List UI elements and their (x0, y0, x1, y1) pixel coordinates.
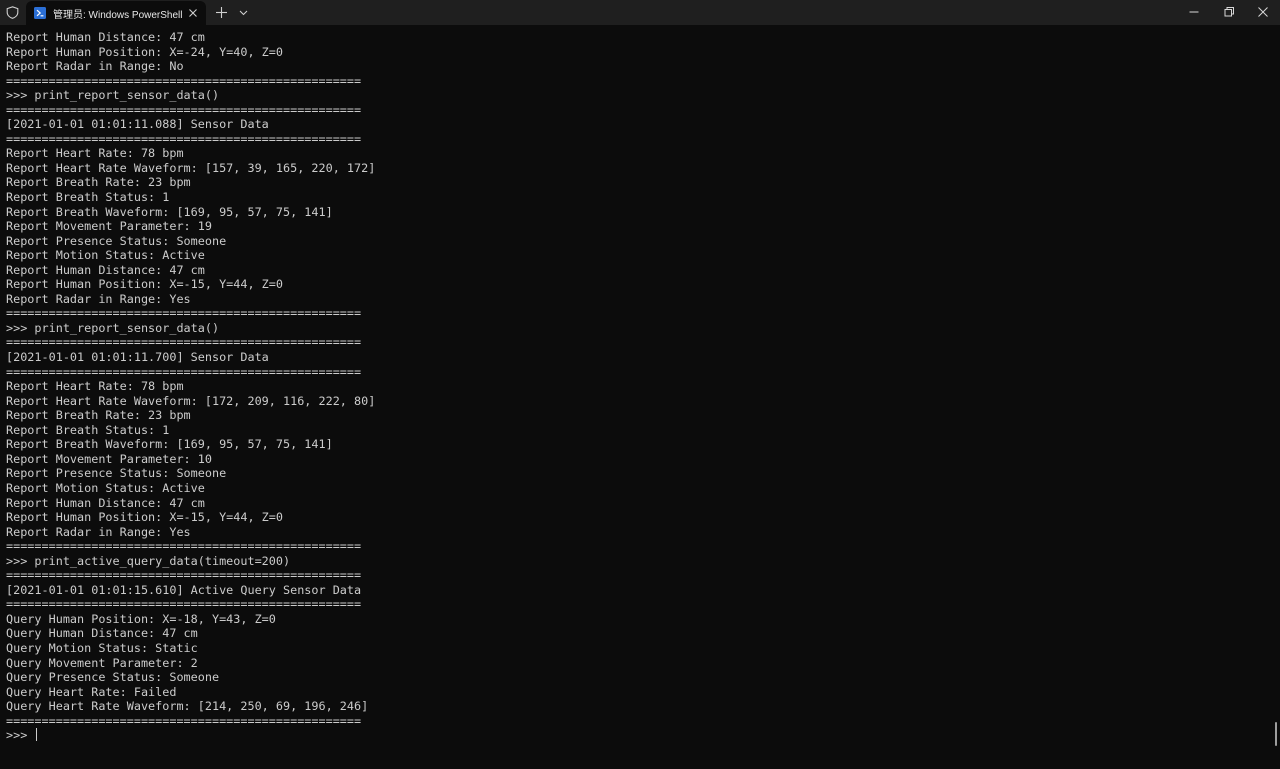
prompt-line[interactable]: >>> (6, 728, 1266, 743)
terminal-line: Report Breath Rate: 23 bpm (6, 408, 191, 423)
terminal-line: ========================================… (6, 335, 362, 350)
terminal-line: ========================================… (6, 131, 362, 146)
powershell-icon (34, 7, 46, 19)
terminal-line: Report Human Position: X=-15, Y=44, Z=0 (6, 277, 283, 292)
terminal-line: ========================================… (6, 364, 362, 379)
terminal-line: >>> print_report_sensor_data() (6, 320, 220, 335)
terminal-line: [2021-01-01 01:01:11.700] Sensor Data (6, 350, 269, 365)
terminal-line: Report Breath Waveform: [169, 95, 57, 75… (6, 204, 333, 219)
terminal-line: ========================================… (6, 713, 362, 728)
terminal-output[interactable]: Report Human Distance: 47 cm Report Human… (6, 30, 1266, 765)
close-window-icon[interactable] (1255, 5, 1271, 19)
terminal-line: Report Breath Waveform: [169, 95, 57, 75… (6, 437, 333, 452)
terminal-line: Report Heart Rate Waveform: [157, 39, 16… (6, 160, 376, 175)
terminal-line: Report Human Distance: 47 cm (6, 262, 205, 277)
terminal-line: Report Radar in Range: No (6, 59, 184, 74)
terminal-line: Report Movement Parameter: 19 (6, 219, 212, 234)
new-tab-plus-icon[interactable] (214, 5, 229, 20)
text-cursor (36, 728, 38, 742)
terminal-line: Report Human Position: X=-24, Y=40, Z=0 (6, 44, 283, 59)
terminal-line: ========================================… (6, 597, 362, 612)
shield-icon (6, 6, 19, 19)
terminal-line: Query Human Distance: 47 cm (6, 626, 198, 641)
terminal-line: Report Human Position: X=-15, Y=44, Z=0 (6, 510, 283, 525)
terminal-line: Query Heart Rate Waveform: [214, 250, 69… (6, 699, 369, 714)
terminal-line: Report Human Distance: 47 cm (6, 495, 205, 510)
terminal-line: [2021-01-01 01:01:11.088] Sensor Data (6, 117, 269, 132)
tab-powershell[interactable]: 管理员: Windows PowerShell (26, 1, 206, 25)
terminal-line: Report Heart Rate: 78 bpm (6, 379, 184, 394)
terminal-line: >>> print_report_sensor_data() (6, 88, 220, 103)
terminal-line: Query Movement Parameter: 2 (6, 655, 198, 670)
terminal-line: ========================================… (6, 73, 362, 88)
terminal-line: Query Motion Status: Static (6, 640, 198, 655)
terminal-line: ========================================… (6, 102, 362, 117)
chevron-down-icon[interactable] (238, 7, 249, 18)
terminal-line: Report Breath Status: 1 (6, 190, 170, 205)
terminal-line: Report Motion Status: Active (6, 248, 205, 263)
terminal-line: Report Motion Status: Active (6, 480, 205, 495)
terminal-line: Report Human Distance: 47 cm (6, 30, 205, 44)
restore-icon[interactable] (1221, 5, 1237, 19)
terminal-line: Report Radar in Range: Yes (6, 291, 191, 306)
tab-title: 管理员: Windows PowerShell (53, 10, 183, 21)
minimize-icon[interactable] (1186, 5, 1202, 19)
scrollbar-thumb[interactable] (1275, 722, 1277, 746)
terminal-line: Report Presence Status: Someone (6, 233, 227, 248)
python-prompt: >>> (6, 728, 35, 743)
terminal-line: Report Radar in Range: Yes (6, 524, 191, 539)
terminal-line: Report Breath Rate: 23 bpm (6, 175, 191, 190)
terminal-line: ========================================… (6, 539, 362, 554)
terminal-line: Query Presence Status: Someone (6, 670, 220, 685)
terminal-line: Report Movement Parameter: 10 (6, 451, 212, 466)
terminal-line: ========================================… (6, 568, 362, 583)
terminal-line: Report Heart Rate Waveform: [172, 209, 1… (6, 393, 376, 408)
terminal-line: ========================================… (6, 306, 362, 321)
terminal-line: Report Breath Status: 1 (6, 422, 170, 437)
terminal-line: Report Presence Status: Someone (6, 466, 227, 481)
terminal-line: Query Human Position: X=-18, Y=43, Z=0 (6, 611, 276, 626)
title-bar: 管理员: Windows PowerShell (0, 0, 1280, 25)
terminal-line: Query Heart Rate: Failed (6, 684, 177, 699)
terminal-line: [2021-01-01 01:01:15.610] Active Query S… (6, 582, 362, 597)
close-tab-icon[interactable] (186, 6, 200, 20)
terminal-line: >>> print_active_query_data(timeout=200) (6, 553, 291, 568)
terminal-line: Report Heart Rate: 78 bpm (6, 146, 184, 161)
